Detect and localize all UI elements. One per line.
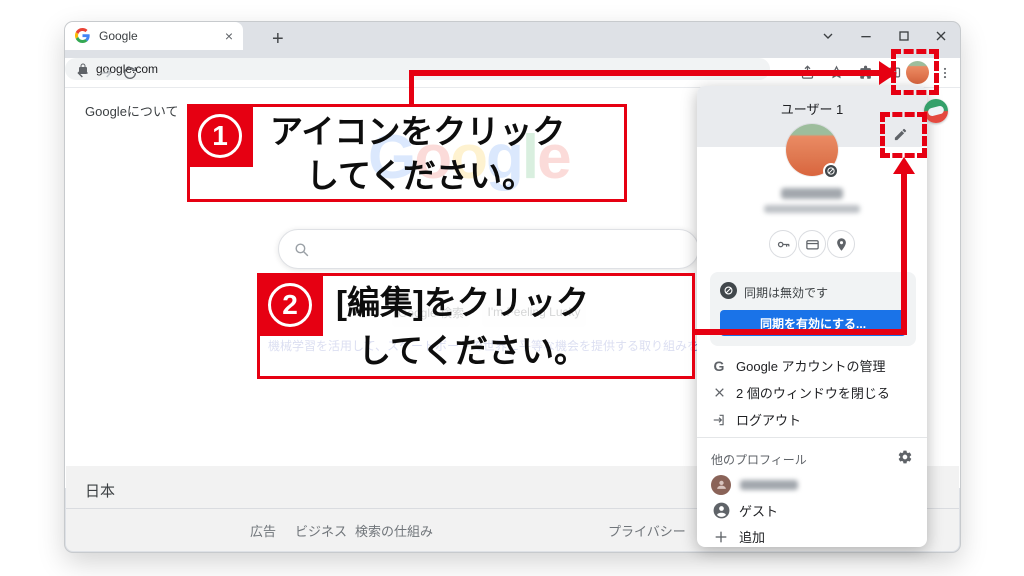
other-profile-item[interactable] [697, 471, 927, 498]
google-g-icon: G [711, 358, 727, 374]
new-tab-button[interactable]: + [272, 28, 284, 51]
footer-link-privacy[interactable]: プライバシー [608, 521, 686, 540]
footer-link-business[interactable]: ビジネス [295, 521, 347, 540]
search-magnifier-icon [293, 241, 310, 258]
addresses-pin-button[interactable] [827, 230, 855, 258]
add-profile-item[interactable]: 追加 [697, 523, 927, 550]
reload-icon[interactable] [122, 65, 138, 81]
kebab-menu-icon[interactable] [938, 66, 954, 82]
logout-icon [711, 413, 727, 427]
other-profiles-header: 他のプロフィール [697, 446, 927, 473]
guest-icon [711, 501, 731, 520]
google-favicon-icon [75, 28, 91, 44]
menu-item-logout[interactable]: ログアウト [697, 406, 927, 433]
annotation-step1-box: 1 アイコンをクリック してください。 [187, 104, 627, 202]
step2-connector-vertical [901, 172, 907, 335]
back-icon[interactable] [75, 65, 91, 81]
footer-region: 日本 [85, 480, 115, 501]
avatar-highlight-dashed-box [891, 49, 939, 95]
sync-off-icon [720, 282, 737, 299]
passwords-key-button[interactable] [769, 230, 797, 258]
other-profile-name-blurred [740, 480, 798, 490]
menu-item-close-windows[interactable]: 2 個のウィンドウを閉じる [697, 379, 927, 406]
profile-email-blurred [764, 205, 860, 213]
step2-connector-horizontal [695, 329, 907, 335]
plus-icon [711, 529, 731, 545]
edit-highlight-dashed-box [880, 112, 927, 158]
window-close-icon[interactable] [933, 28, 949, 44]
nav-about-google[interactable]: Googleについて [85, 101, 179, 120]
forward-icon[interactable] [98, 65, 114, 81]
step2-text-line2: してください。 [358, 334, 587, 367]
step1-number-badge: 1 [187, 104, 253, 167]
menu-divider [697, 437, 927, 438]
sync-status-text: 同期は無効です [744, 284, 828, 301]
browser-tab[interactable]: Google × [65, 22, 243, 50]
secondary-profile-avatar [924, 99, 948, 123]
guest-profile-item[interactable]: ゲスト [697, 497, 927, 524]
menu-item-manage-account[interactable]: G Google アカウントの管理 [697, 352, 927, 379]
step2-number: 2 [268, 283, 312, 327]
annotation-step2-box: 2 [編集]をクリック してください。 [257, 273, 695, 379]
screenshot-root: Google × + [0, 0, 1024, 576]
step2-text-line1: [編集]をクリック [336, 286, 589, 319]
tab-title: Google [99, 29, 225, 43]
step1-number: 1 [198, 114, 242, 158]
footer-link-how-search-works[interactable]: 検索の仕組み [355, 521, 433, 540]
tab-close-icon[interactable]: × [225, 28, 233, 44]
other-profile-avatar [711, 475, 731, 495]
manage-profiles-gear-icon[interactable] [897, 449, 913, 465]
step1-text-line2: してください。 [306, 159, 535, 192]
window-minimize-icon[interactable] [858, 28, 874, 44]
address-bar[interactable] [65, 58, 770, 80]
window-chevron-icon[interactable] [820, 28, 836, 44]
footer-link-ads[interactable]: 広告 [250, 521, 276, 540]
profile-name-blurred [781, 188, 843, 199]
step1-connector-horizontal [409, 70, 879, 76]
search-box[interactable] [278, 229, 699, 269]
close-x-icon [711, 386, 727, 399]
window-maximize-icon[interactable] [896, 28, 912, 44]
step1-connector-vertical [409, 73, 414, 106]
step1-text-line1: アイコンをクリック [270, 115, 565, 148]
sync-off-badge-icon [823, 163, 839, 179]
step2-arrowhead-icon [893, 157, 915, 174]
payments-card-button[interactable] [798, 230, 826, 258]
step2-number-badge: 2 [257, 273, 323, 336]
